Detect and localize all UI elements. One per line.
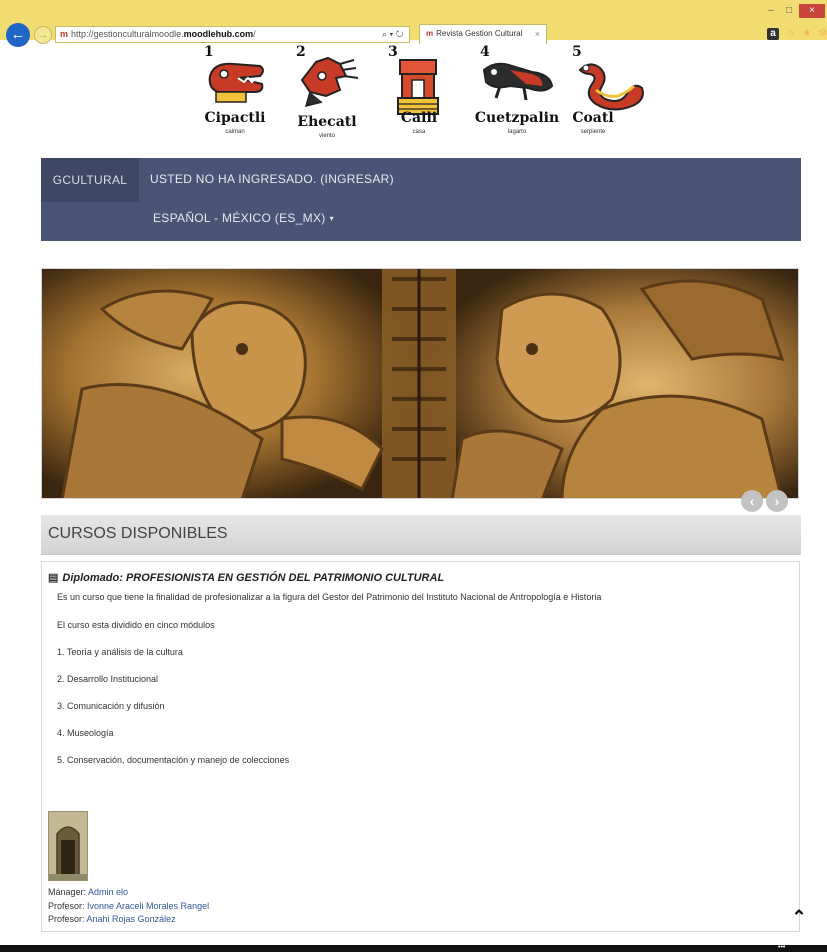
language-menu[interactable]: ESPAÑOL - MÉXICO (ES_MX) ▾ <box>153 211 334 225</box>
image-slider <box>41 268 799 499</box>
window-minimize-button[interactable]: – <box>764 4 778 18</box>
search-refresh-icon[interactable]: ⌕ ▾ ↻ <box>382 26 418 43</box>
doorway-image <box>49 812 87 880</box>
courses-heading: CURSOS DISPONIBLES <box>48 525 228 542</box>
gear-icon[interactable]: ⚙ <box>817 28 827 40</box>
star-icon[interactable]: ★ <box>801 28 813 40</box>
glyph-subtitle: viento <box>318 133 335 139</box>
tab-title: Revista Gestion Cultural <box>436 29 523 38</box>
course-title: PROFESIONISTA EN GESTIÓN DEL PATRIMONIO … <box>125 572 445 584</box>
tab-favicon-icon: m <box>426 29 434 38</box>
staff-name-link[interactable]: Admin elo <box>88 887 128 897</box>
glyph-coatl: 5 Coatl serpiente <box>558 44 648 154</box>
amazon-icon[interactable]: a <box>767 28 779 40</box>
staff-role: Profesor: <box>48 901 88 911</box>
maya-relief-image <box>42 269 798 498</box>
login-link[interactable]: USTED NO HA INGRESADO. (INGRESAR) <box>150 172 394 186</box>
forward-arrow-icon[interactable]: → <box>34 26 52 44</box>
module-item: 4. Museología <box>57 728 114 738</box>
courses-header: CURSOS DISPONIBLES <box>41 515 801 555</box>
serpent-icon <box>578 63 644 111</box>
staff-role: Mánager: <box>48 887 89 897</box>
home-icon[interactable]: ⌂ <box>785 28 797 40</box>
course-thumbnail[interactable] <box>48 811 88 881</box>
course-intro: El curso esta dividido en cinco módulos <box>57 620 215 630</box>
course-title-link[interactable]: ▤ Diplomado: PROFESIONISTA EN GESTIÓN DEL… <box>48 571 444 584</box>
lizard-icon <box>482 62 554 101</box>
tab-close-icon[interactable]: × <box>535 25 540 43</box>
url-suffix: / <box>253 29 256 39</box>
glyph-cuetzpalin: 4 Cuetzpalin lagarto <box>466 44 559 154</box>
glyph-cipactli: 1 Cipactli caiman <box>190 44 280 154</box>
slider-prev-button[interactable]: ‹ <box>741 490 763 512</box>
glyph-subtitle: caiman <box>225 129 245 135</box>
staff-teacher: Profesor: Ivonne Araceli Morales Rangel <box>48 901 209 911</box>
wind-icon <box>300 56 359 108</box>
window-close-button[interactable]: × <box>799 4 825 18</box>
glyph-subtitle: serpiente <box>580 129 606 135</box>
module-item: 1. Teoría y análisis de la cultura <box>57 647 183 657</box>
staff-role: Profesor: <box>48 914 87 924</box>
brand-link[interactable]: GCULTURAL <box>41 158 139 202</box>
top-navbar: GCULTURAL USTED NO HA INGRESADO. (INGRES… <box>41 158 801 241</box>
course-description: Es un curso que tiene la finalidad de pr… <box>57 592 602 602</box>
course-title-prefix: Diplomado: <box>62 572 126 584</box>
glyph-name: Coatl <box>572 110 614 126</box>
glyph-name: Calli <box>400 110 438 126</box>
url-prefix: http://gestionculturalmoodle. <box>71 29 184 39</box>
glyph-calli: 3 Calli casa <box>374 44 464 154</box>
glyph-subtitle: casa <box>412 129 426 135</box>
window-maximize-button[interactable]: □ <box>782 4 796 18</box>
glyph-name: Ehecatl <box>297 114 357 130</box>
url-host: moodlehub.com <box>183 29 254 39</box>
slider-next-button[interactable]: › <box>766 490 788 512</box>
glyph-name: Cipactli <box>204 110 266 126</box>
module-item: 5. Conservación, documentación y manejo … <box>57 755 290 765</box>
glyph-ehecatl: 2 Ehecatl viento <box>282 44 372 154</box>
staff-teacher: Profesor: Anahi Rojas González <box>48 914 176 924</box>
module-item: 2. Desarrollo Institucional <box>57 674 159 684</box>
course-card: ▤ Diplomado: PROFESIONISTA EN GESTIÓN DEL… <box>41 561 800 932</box>
address-bar[interactable]: m http://gestionculturalmoodle.moodlehub.… <box>55 26 410 43</box>
footer-dots: ••• <box>778 944 786 951</box>
staff-manager: Mánager: Admin elo <box>48 887 128 897</box>
module-item: 3. Comunicación y difusión <box>57 701 165 711</box>
language-label: ESPAÑOL - MÉXICO (ES_MX) <box>153 211 326 225</box>
staff-name-link[interactable]: Ivonne Araceli Morales Rangel <box>87 901 209 911</box>
caiman-icon <box>208 62 264 103</box>
staff-name-link[interactable]: Anahi Rojas González <box>87 914 176 924</box>
back-arrow-icon[interactable]: ← <box>6 23 30 47</box>
browser-tab[interactable]: m Revista Gestion Cultural × <box>419 24 547 44</box>
footer-bar <box>0 945 827 952</box>
back-to-top-icon[interactable]: ⌃ <box>789 908 809 926</box>
house-icon <box>397 59 439 115</box>
site-favicon-icon: m <box>60 29 69 39</box>
caret-down-icon: ▾ <box>329 214 334 223</box>
header-glyphs: 1 Cipactli caiman 2 Ehecatl viento 3 Cal… <box>190 44 650 154</box>
book-icon: ▤ <box>48 572 59 584</box>
